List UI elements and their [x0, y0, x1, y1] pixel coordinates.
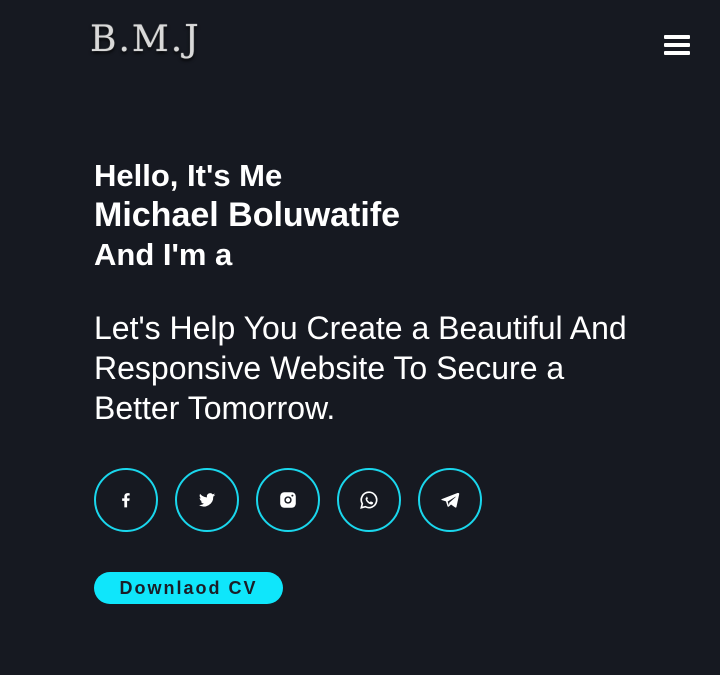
instagram-link[interactable]: [256, 468, 320, 532]
social-links: [94, 468, 482, 534]
telegram-link[interactable]: [418, 468, 482, 532]
twitter-link[interactable]: [175, 468, 239, 532]
menu-bar-middle: [664, 43, 690, 47]
whatsapp-icon: [360, 491, 378, 509]
hero-greeting: Hello, It's Me: [94, 158, 283, 193]
facebook-link[interactable]: [94, 468, 158, 532]
twitter-icon: [198, 493, 216, 507]
whatsapp-link[interactable]: [337, 468, 401, 532]
menu-bar-top: [664, 35, 690, 39]
instagram-icon: [280, 492, 296, 508]
menu-bar-bottom: [664, 51, 690, 55]
hero-section: Hello, It's Me Michael Boluwatife And I'…: [94, 158, 674, 460]
hero-name: Michael Boluwatife: [94, 196, 401, 234]
hero-tagline: Let's Help You Create a Beautiful And Re…: [94, 310, 627, 426]
facebook-icon: [122, 493, 130, 508]
telegram-icon: [441, 492, 460, 508]
hamburger-menu-icon[interactable]: [662, 33, 692, 59]
hero-role: And I'm a: [94, 237, 233, 272]
download-cv-button[interactable]: Downlaod CV: [94, 572, 283, 604]
site-logo[interactable]: B.M.J: [90, 18, 201, 62]
